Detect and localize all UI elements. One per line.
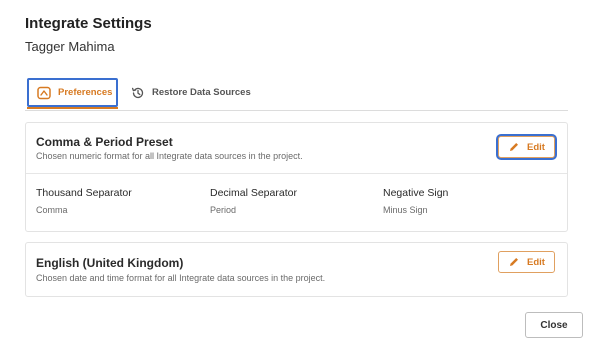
locale-title: English (United Kingdom) bbox=[36, 256, 184, 270]
locale-description: Chosen date and time format for all Inte… bbox=[36, 273, 326, 283]
integrate-settings-dialog: Integrate Settings Tagger Mahima Prefere… bbox=[0, 0, 594, 348]
settings-tabs: Preferences Restore Data Sources bbox=[25, 78, 568, 111]
edit-label: Edit bbox=[527, 141, 545, 153]
edit-locale-button[interactable]: Edit bbox=[498, 251, 555, 273]
tab-restore-label: Restore Data Sources bbox=[152, 87, 251, 98]
number-format-description: Chosen numeric format for all Integrate … bbox=[36, 151, 303, 161]
preferences-icon bbox=[37, 86, 51, 100]
tab-preferences-label: Preferences bbox=[58, 87, 113, 98]
edit-number-format-button[interactable]: Edit bbox=[498, 136, 555, 158]
decimal-separator-field: Decimal Separator Period bbox=[210, 187, 297, 215]
card-divider bbox=[26, 173, 567, 174]
field-value: Minus Sign bbox=[383, 205, 428, 215]
number-format-card: Comma & Period Preset Chosen numeric for… bbox=[25, 122, 568, 232]
field-value: Period bbox=[210, 205, 237, 215]
negative-sign-field: Negative Sign Minus Sign bbox=[383, 187, 448, 215]
field-label: Thousand Separator bbox=[36, 187, 132, 199]
dialog-title: Integrate Settings bbox=[25, 15, 152, 32]
dialog-subtitle: Tagger Mahima bbox=[25, 39, 115, 54]
field-label: Decimal Separator bbox=[210, 187, 297, 199]
active-tab-indicator bbox=[27, 107, 118, 109]
thousand-separator-field: Thousand Separator Comma bbox=[36, 187, 132, 215]
tab-restore-data-sources[interactable]: Restore Data Sources bbox=[129, 78, 259, 107]
tab-preferences[interactable]: Preferences bbox=[27, 78, 118, 107]
number-format-title: Comma & Period Preset bbox=[36, 135, 173, 149]
close-button[interactable]: Close bbox=[525, 312, 583, 338]
history-icon bbox=[131, 86, 145, 100]
field-value: Comma bbox=[36, 205, 68, 215]
field-label: Negative Sign bbox=[383, 187, 449, 199]
pencil-icon bbox=[508, 256, 520, 268]
pencil-icon bbox=[508, 141, 520, 153]
edit-label: Edit bbox=[527, 256, 545, 268]
locale-format-card: English (United Kingdom) Chosen date and… bbox=[25, 242, 568, 297]
